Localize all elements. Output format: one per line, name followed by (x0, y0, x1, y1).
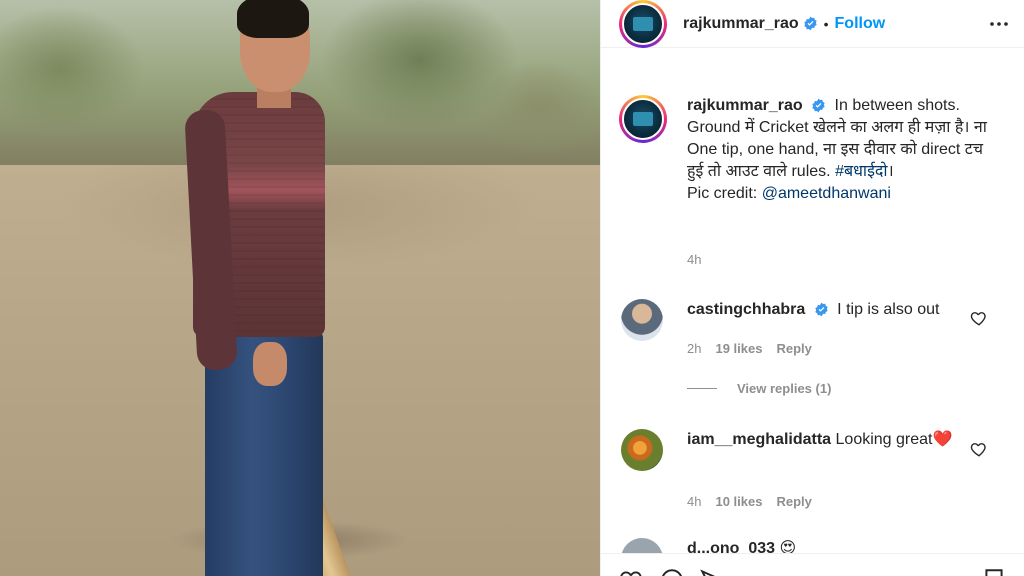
replies-divider (687, 388, 717, 389)
post-side-panel: rajkummar_rao • Follow rajkummar_rao In … (600, 0, 1024, 576)
post-photo[interactable] (0, 0, 600, 576)
bookmark-icon[interactable] (981, 567, 1007, 576)
commenter-avatar[interactable] (621, 538, 663, 553)
comment-item: iam__meghalidatta Looking great❤️ (621, 429, 1011, 471)
action-bar (601, 553, 1024, 576)
comment-item: d...ono_033 😍 (621, 538, 1011, 553)
comment-body: Looking great❤️ (835, 431, 953, 448)
caption-text: rajkummar_rao In between shots. Ground म… (687, 95, 997, 205)
comment-text: d...ono_033 😍 (687, 538, 972, 553)
comment-meta: 4h 10 likes Reply (687, 494, 812, 509)
separator-dot: • (823, 15, 829, 32)
photo-credit-label: Pic credit: (687, 185, 758, 202)
author-avatar[interactable] (619, 0, 667, 48)
commenter-avatar[interactable] (621, 429, 663, 471)
heart-icon[interactable] (970, 440, 988, 458)
comment-meta: 2h 19 likes Reply (687, 341, 812, 356)
person-with-bat (184, 0, 353, 576)
hand (253, 342, 287, 386)
avatar-image (622, 98, 664, 140)
caption-hashtag[interactable]: #बधाईदो (835, 163, 888, 180)
comment-text: iam__meghalidatta Looking great❤️ (687, 429, 972, 471)
share-icon[interactable] (699, 567, 725, 576)
hair (237, 0, 309, 38)
verified-badge-icon (803, 16, 817, 31)
commenter-avatar[interactable] (621, 299, 663, 341)
comment-body: 😍 (779, 540, 797, 553)
caption-username[interactable]: rajkummar_rao (687, 97, 803, 114)
avatar-image (622, 2, 664, 45)
comment-body: I tip is also out (837, 301, 940, 318)
comment-text: castingchhabra I tip is also out (687, 299, 972, 341)
view-replies-button[interactable]: View replies (1) (687, 381, 831, 396)
verified-badge-icon (815, 302, 828, 317)
comment-username[interactable]: iam__meghalidatta (687, 431, 831, 448)
comment-icon[interactable] (659, 567, 685, 576)
reply-button[interactable]: Reply (776, 494, 811, 509)
heart-icon[interactable] (619, 567, 645, 576)
author-username[interactable]: rajkummar_rao (683, 15, 799, 33)
post-header: rajkummar_rao • Follow (601, 0, 1024, 48)
verified-badge-icon (812, 98, 825, 113)
post-caption: rajkummar_rao In between shots. Ground म… (619, 95, 1009, 205)
comment-username[interactable]: d...ono_033 (687, 540, 775, 553)
more-options-icon[interactable] (989, 14, 1009, 34)
caption-hashtag-suffix: । (887, 163, 894, 180)
comment-time[interactable]: 2h (687, 341, 701, 356)
reply-button[interactable]: Reply (776, 341, 811, 356)
heart-icon[interactable] (970, 309, 988, 327)
caption-timestamp[interactable]: 4h (687, 252, 701, 267)
instagram-post-view: rajkummar_rao • Follow rajkummar_rao In … (0, 0, 1024, 576)
comment-likes[interactable]: 10 likes (715, 494, 762, 509)
photo-credit-mention[interactable]: @ameetdhanwani (762, 185, 891, 202)
comment-time[interactable]: 4h (687, 494, 701, 509)
comment-item: castingchhabra I tip is also out (621, 299, 1011, 341)
follow-button[interactable]: Follow (835, 15, 886, 33)
comment-username[interactable]: castingchhabra (687, 301, 805, 318)
caption-author-avatar[interactable] (619, 95, 667, 143)
comment-likes[interactable]: 19 likes (715, 341, 762, 356)
view-replies-label: View replies (1) (737, 381, 832, 396)
